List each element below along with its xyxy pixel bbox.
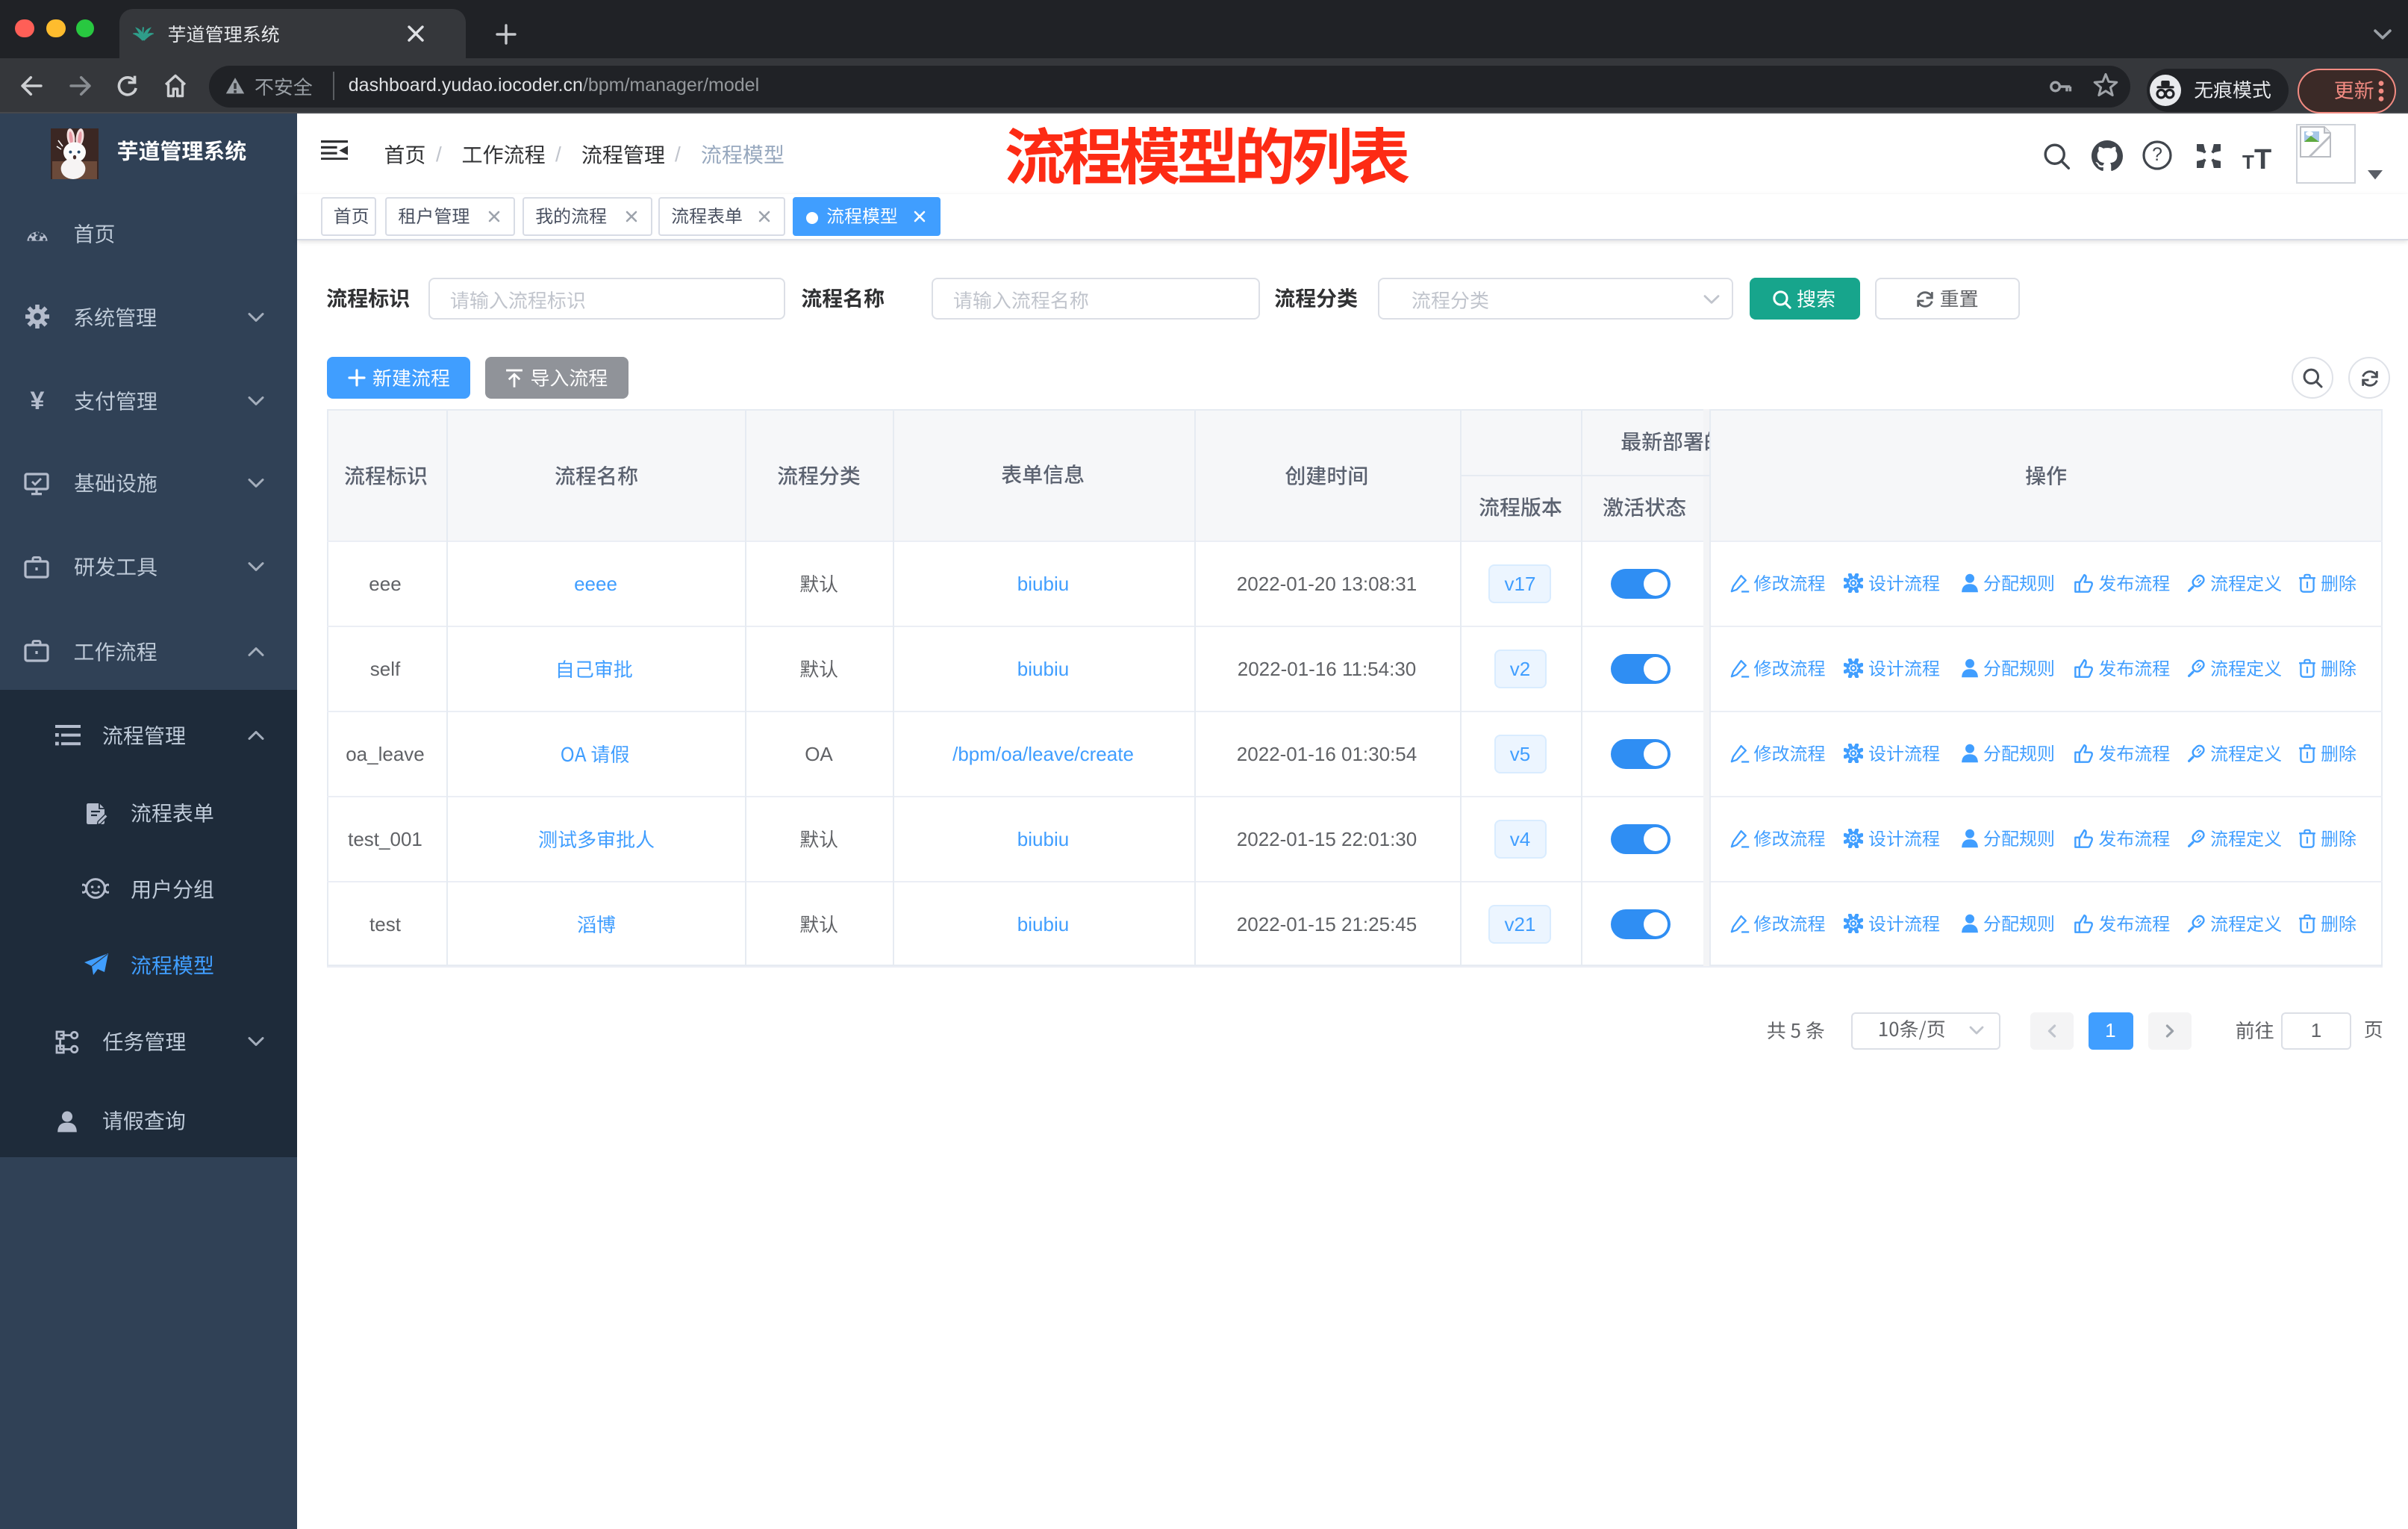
svg-text:¥: ¥ — [30, 388, 44, 412]
svg-text:T: T — [2254, 144, 2271, 170]
svg-text:?: ? — [2152, 145, 2162, 165]
svg-text:T: T — [2242, 151, 2254, 170]
